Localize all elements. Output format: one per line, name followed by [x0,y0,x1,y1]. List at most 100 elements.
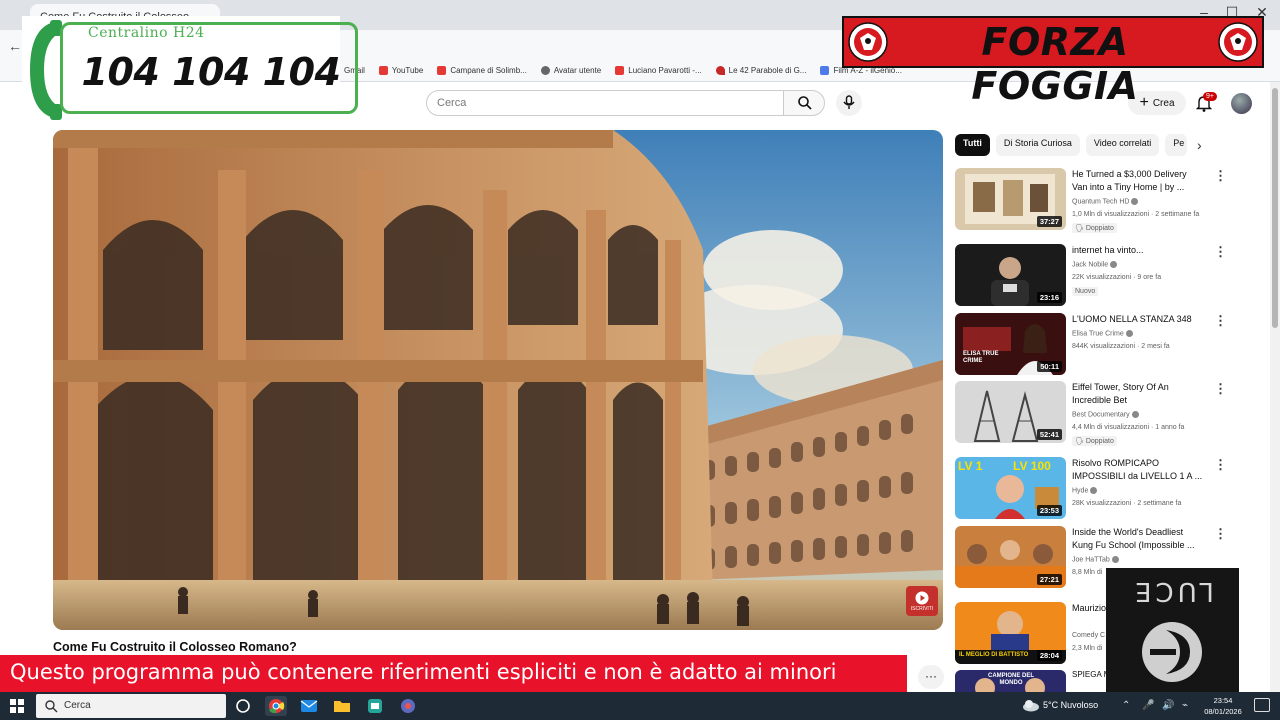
channel-name: Jack Nobile [1072,261,1109,269]
page-scrollbar[interactable] [1270,82,1280,692]
search-input[interactable]: Cerca [426,90,784,116]
rec-meta: 4,4 Mln di visualizzazioni · 1 anno fa [1072,424,1185,431]
browser-app-icon[interactable] [397,696,419,716]
chip-video-correlati[interactable]: Video correlati [1085,134,1160,156]
recommendation-item[interactable]: 37:27 He Turned a $3,000 Delivery Van in… [955,168,1255,233]
duration-label: 37:27 [1036,216,1062,227]
more-vert-icon[interactable]: ⋮ [1214,457,1227,473]
chrome-icon[interactable] [265,696,287,716]
bookmark-campane[interactable]: Campane di Solimb... [437,66,527,75]
video-thumbnail[interactable]: 23:16 [955,244,1066,306]
weather-label[interactable]: 5°C Nuvoloso [1043,700,1098,710]
avatar[interactable] [1231,93,1252,114]
bookmark-parabole[interactable]: Le 42 Parabole di G... [715,66,807,75]
youtube-icon [615,66,625,75]
more-vert-icon[interactable]: ⋮ [1214,168,1227,184]
verified-icon [1131,411,1139,418]
video-thumbnail[interactable]: IL MEGLIO DI BATTISTO 28:04 [955,602,1066,664]
rec-title[interactable]: Eiffel Tower, Story Of An Incredible Bet [1072,381,1204,407]
chip-storia-curiosa[interactable]: Di Storia Curiosa [995,134,1080,156]
content-warning-banner: Questo programma può contenere riferimen… [0,655,907,692]
video-thumbnail[interactable]: CAMPIONE DEL MONDO [955,670,1066,692]
recommendation-item[interactable]: 23:16 internet ha vinto... Jack Nobile 2… [955,244,1255,308]
channel-name: Hyde [1072,487,1089,495]
filter-chips: Tutti Di Storia Curiosa Video correlati … [955,134,1188,156]
rec-channel: Quantum Tech HD [1072,198,1139,205]
network-icon[interactable]: ⌁ [1182,700,1188,711]
verified-icon [1111,556,1119,563]
bookmark-pavarotti[interactable]: Luciano Pavarotti -... [615,66,702,75]
chip-tutti[interactable]: Tutti [955,134,990,156]
youtube-icon [437,66,447,75]
duration-label: 28:04 [1036,650,1062,661]
clock-time: 23:54 [1213,696,1233,705]
scrollbar-thumb[interactable] [1272,88,1278,328]
thumb-text-lv1: LV 1 [958,459,983,473]
duration-label: 52:41 [1036,429,1062,440]
recommendation-item[interactable]: LV 1 LV 100 23:53 Risolvo ROMPICAPO IMPO… [955,457,1255,521]
windows-start-icon[interactable] [10,699,24,713]
recommendation-item[interactable]: 52:41 Eiffel Tower, Story Of An Incredib… [955,381,1255,446]
recommendation-item[interactable]: ELISA TRUE CRIME 50:11 L'UOMO NELLA STAN… [955,313,1255,377]
foggia-crest-icon [1218,22,1258,62]
rec-title[interactable]: internet ha vinto... [1072,244,1204,257]
mail-icon[interactable] [298,696,320,716]
badge-text: Doppiato [1085,438,1114,445]
more-vert-icon[interactable]: ⋮ [1214,526,1227,542]
film-icon [820,66,830,75]
clock-date: 08/01/2026 [1204,707,1242,716]
more-actions-button[interactable]: ··· [918,665,944,689]
app-icon[interactable] [364,696,386,716]
screen: Come Fu Costruito il Colosseo... – ☐ ✕ ←… [0,0,1280,720]
more-vert-icon[interactable]: ⋮ [1214,313,1227,329]
voice-search-button[interactable] [836,90,862,116]
search-button[interactable] [783,90,825,116]
subscribe-button[interactable]: ISCRIVITI [906,586,938,616]
chevron-right-icon[interactable]: › [1197,137,1202,153]
chip-pe[interactable]: Pe [1165,134,1188,156]
youtube-icon [378,66,388,75]
search-icon [798,96,812,110]
forza-foggia-banner: FORZA FOGGIA [842,16,1264,108]
video-thumbnail[interactable]: ELISA TRUE CRIME 50:11 [955,313,1066,375]
channel-name: Joe HaTTab [1072,556,1110,564]
bookmark-label: Luciano Pavarotti -... [628,66,702,75]
verified-icon [1110,261,1118,268]
volume-icon[interactable]: 🔊 [1162,700,1174,711]
video-thumbnail[interactable]: 37:27 [955,168,1066,230]
rec-title[interactable]: Risolvo ROMPICAPO IMPOSSIBILI da LIVELLO… [1072,457,1204,483]
bookmark-youtube[interactable]: YouTube [378,66,423,75]
rec-title[interactable]: He Turned a $3,000 Delivery Van into a T… [1072,168,1204,194]
rec-channel: Joe HaTTab [1072,556,1119,563]
taskbar-search-input[interactable]: Cerca [36,694,226,718]
video-thumbnail[interactable]: 52:41 [955,381,1066,443]
notification-center-icon[interactable] [1254,698,1270,712]
back-icon[interactable]: ← [8,38,22,54]
duration-label: 23:16 [1036,292,1062,303]
bookmark-avatar[interactable]: Avatar utente [540,66,601,75]
dubbed-badge: 🗣 Doppiato [1072,223,1117,233]
dubbed-badge: 🗣 Doppiato [1072,436,1117,446]
mic-icon[interactable]: 🎤 [1142,700,1154,711]
task-view-icon[interactable] [232,696,254,716]
globe-icon [540,66,550,75]
rec-title[interactable]: Inside the World's Deadliest Kung Fu Sch… [1072,526,1204,552]
taskbar-search-label: Cerca [64,700,91,711]
more-vert-icon[interactable]: ⋮ [1214,244,1227,260]
taskbar: Cerca 5°C Nuvoloso ⌃ 🎤 🔊 ⌁ 23:54 08/01/2… [0,692,1280,720]
duration-label: 23:53 [1036,505,1062,516]
play-icon [915,591,929,604]
video-thumbnail[interactable]: 27:21 [955,526,1066,588]
video-player[interactable] [53,130,943,630]
more-vert-icon[interactable]: ⋮ [1214,381,1227,397]
taskbar-clock[interactable]: 23:54 08/01/2026 [1200,695,1246,717]
folder-icon[interactable] [331,696,353,716]
luce-logo: LUCE [1106,568,1239,694]
rec-channel: Hyde [1072,487,1098,495]
rec-title[interactable]: L'UOMO NELLA STANZA 348 [1072,313,1204,326]
video-thumbnail[interactable]: LV 1 LV 100 23:53 [955,457,1066,519]
verified-icon [1125,330,1133,337]
chevron-up-icon[interactable]: ⌃ [1122,700,1130,711]
colosseum-video-frame [53,130,943,630]
bookmark-label: Le 42 Parabole di G... [728,66,807,75]
